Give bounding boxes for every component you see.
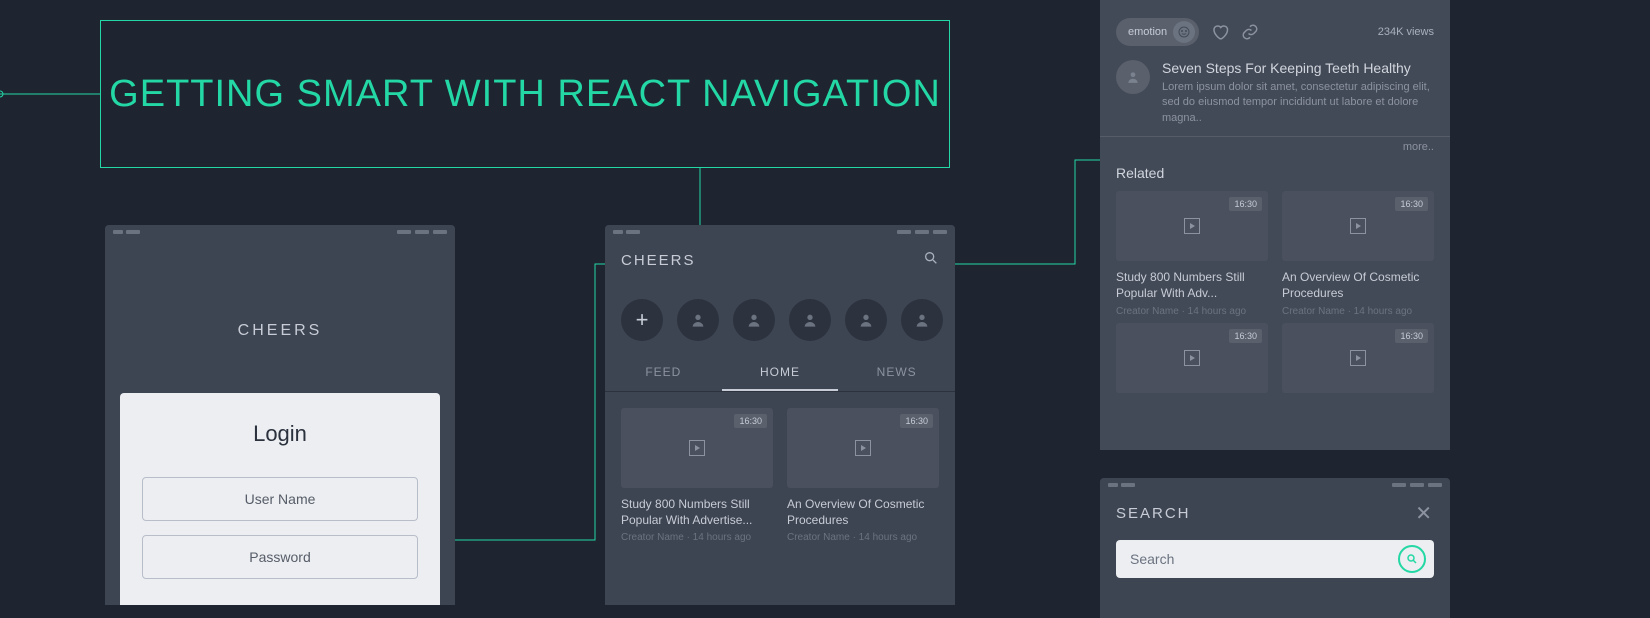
- play-icon: [855, 440, 871, 456]
- avatar[interactable]: [733, 299, 775, 341]
- video-meta: Creator Name · 14 hours ago: [787, 532, 939, 543]
- video-title: An Overview Of Cosmetic Procedures: [787, 496, 939, 528]
- face-icon: [1173, 21, 1195, 43]
- video-card[interactable]: 16:30 Study 800 Numbers Still Popular Wi…: [1116, 191, 1268, 316]
- avatar[interactable]: [789, 299, 831, 341]
- video-title: An Overview Of Cosmetic Procedures: [1282, 269, 1434, 301]
- tab-feed[interactable]: FEED: [605, 355, 722, 391]
- search-icon[interactable]: [923, 250, 939, 270]
- duration-badge: 16:30: [734, 414, 767, 428]
- status-bar: [105, 225, 455, 239]
- video-meta: Creator Name · 14 hours ago: [1116, 306, 1268, 317]
- emotion-label: emotion: [1128, 26, 1167, 38]
- search-title: SEARCH: [1116, 505, 1191, 522]
- video-meta: Creator Name · 14 hours ago: [1282, 306, 1434, 317]
- duration-badge: 16:30: [1229, 197, 1262, 211]
- login-card: Login User Name Password: [120, 393, 440, 605]
- card-row: 16:30 Study 800 Numbers Still Popular Wi…: [605, 392, 955, 559]
- emotion-pill[interactable]: emotion: [1116, 18, 1199, 46]
- avatar[interactable]: [901, 299, 943, 341]
- page-title: GETTING SMART WITH REACT NAVIGATION: [109, 73, 941, 116]
- add-story-button[interactable]: +: [621, 299, 663, 341]
- duration-badge: 16:30: [1395, 329, 1428, 343]
- phone-home: CHEERS + FEED HOME NEWS 16:30 Study 800 …: [605, 225, 955, 605]
- duration-badge: 16:30: [1395, 197, 1428, 211]
- login-heading: Login: [142, 421, 418, 447]
- tab-news[interactable]: NEWS: [838, 355, 955, 391]
- search-placeholder: Search: [1130, 551, 1174, 567]
- status-bar: [605, 225, 955, 239]
- video-card[interactable]: 16:30: [1282, 323, 1434, 393]
- video-title: Study 800 Numbers Still Popular With Adv…: [621, 496, 773, 528]
- heart-icon[interactable]: [1211, 23, 1229, 41]
- username-field[interactable]: User Name: [142, 477, 418, 521]
- tab-bar: FEED HOME NEWS: [605, 355, 955, 392]
- play-icon: [1184, 350, 1200, 366]
- app-bar: CHEERS: [605, 239, 955, 281]
- duration-badge: 16:30: [900, 414, 933, 428]
- phone-search: SEARCH ✕ Search: [1100, 478, 1450, 618]
- play-icon: [1184, 218, 1200, 234]
- brand-label: CHEERS: [621, 252, 696, 269]
- tab-home[interactable]: HOME: [722, 355, 839, 391]
- search-input[interactable]: Search: [1116, 540, 1434, 578]
- video-card[interactable]: 16:30 An Overview Of Cosmetic Procedures…: [787, 408, 939, 543]
- search-button[interactable]: [1398, 545, 1426, 573]
- video-meta: Creator Name · 14 hours ago: [621, 532, 773, 543]
- video-card[interactable]: 16:30: [1116, 323, 1268, 393]
- video-thumb: 16:30: [621, 408, 773, 488]
- avatar[interactable]: [845, 299, 887, 341]
- video-card[interactable]: 16:30 Study 800 Numbers Still Popular Wi…: [621, 408, 773, 543]
- detail-headline: Seven Steps For Keeping Teeth Healthy: [1162, 60, 1434, 76]
- related-heading: Related: [1100, 161, 1450, 191]
- video-title: Study 800 Numbers Still Popular With Adv…: [1116, 269, 1268, 301]
- detail-blurb: Lorem ipsum dolor sit amet, consectetur …: [1162, 80, 1434, 126]
- close-icon[interactable]: ✕: [1415, 501, 1434, 526]
- status-bar: [1100, 478, 1450, 492]
- meta-row: emotion 234K views: [1100, 8, 1450, 56]
- video-thumb: 16:30: [787, 408, 939, 488]
- author-avatar[interactable]: [1116, 60, 1150, 94]
- phone-detail: emotion 234K views Seven Steps For Keepi…: [1100, 0, 1450, 450]
- play-icon: [1350, 350, 1366, 366]
- avatar[interactable]: [677, 299, 719, 341]
- view-count: 234K views: [1378, 26, 1434, 38]
- avatar-strip: +: [605, 281, 955, 355]
- detail-body: Seven Steps For Keeping Teeth Healthy Lo…: [1100, 56, 1450, 137]
- page-title-box: GETTING SMART WITH REACT NAVIGATION: [100, 20, 950, 168]
- play-icon: [689, 440, 705, 456]
- password-field[interactable]: Password: [142, 535, 418, 579]
- video-card[interactable]: 16:30 An Overview Of Cosmetic Procedures…: [1282, 191, 1434, 316]
- more-link[interactable]: more..: [1100, 137, 1450, 161]
- play-icon: [1350, 218, 1366, 234]
- duration-badge: 16:30: [1229, 329, 1262, 343]
- app-bar: SEARCH ✕: [1100, 492, 1450, 534]
- brand-label: CHEERS: [105, 322, 455, 340]
- phone-login: CHEERS Login User Name Password: [105, 225, 455, 605]
- link-icon[interactable]: [1241, 23, 1259, 41]
